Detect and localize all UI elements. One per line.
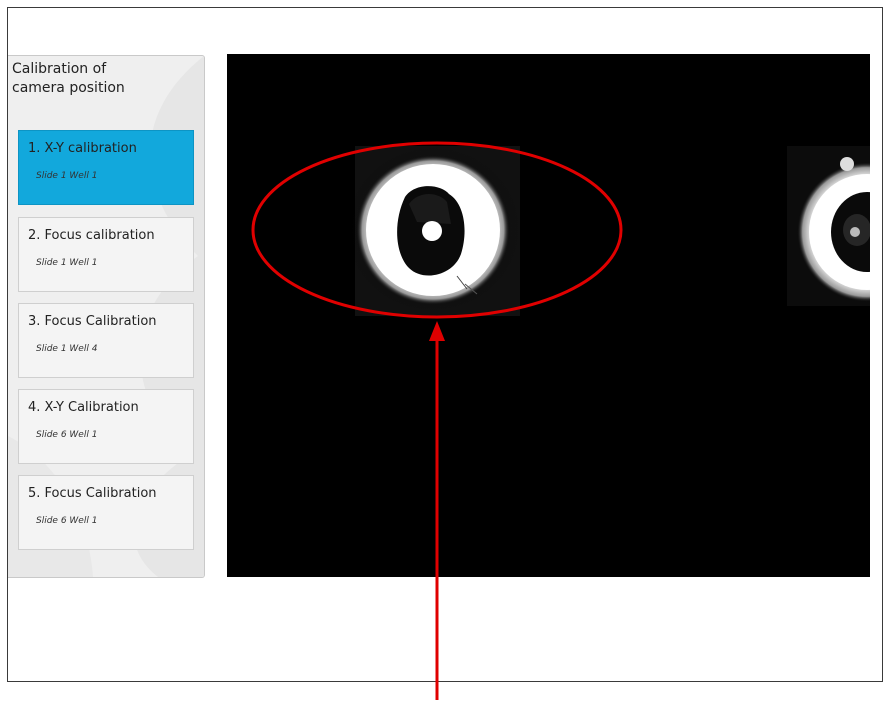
step-4-xy-calibration[interactable]: 4. X-Y Calibration Slide 6 Well 1 xyxy=(18,389,194,464)
app-window: Calibration of camera position 1. X-Y ca… xyxy=(7,7,883,682)
step-1-location: Slide 1 Well 1 xyxy=(36,171,98,181)
step-1-label: 1. X-Y calibration xyxy=(28,141,137,156)
step-3-label: 3. Focus Calibration xyxy=(28,314,157,329)
step-3-focus-calibration[interactable]: 3. Focus Calibration Slide 1 Well 4 xyxy=(18,303,194,378)
step-5-location: Slide 6 Well 1 xyxy=(36,516,98,526)
camera-image xyxy=(343,144,882,316)
step-2-location: Slide 1 Well 1 xyxy=(36,258,98,268)
step-2-label: 2. Focus calibration xyxy=(28,228,155,243)
step-1-xy-calibration[interactable]: 1. X-Y calibration Slide 1 Well 1 xyxy=(18,130,194,205)
camera-view[interactable] xyxy=(227,54,882,577)
step-4-label: 4. X-Y Calibration xyxy=(28,400,139,415)
step-5-focus-calibration[interactable]: 5. Focus Calibration Slide 6 Well 1 xyxy=(18,475,194,550)
calibration-sidebar: Calibration of camera position 1. X-Y ca… xyxy=(8,55,205,578)
step-2-focus-calibration[interactable]: 2. Focus calibration Slide 1 Well 1 xyxy=(18,217,194,292)
step-5-label: 5. Focus Calibration xyxy=(28,486,157,501)
step-4-location: Slide 6 Well 1 xyxy=(36,430,98,440)
panel-title: Calibration of camera position xyxy=(12,61,125,96)
step-3-location: Slide 1 Well 4 xyxy=(36,344,98,354)
